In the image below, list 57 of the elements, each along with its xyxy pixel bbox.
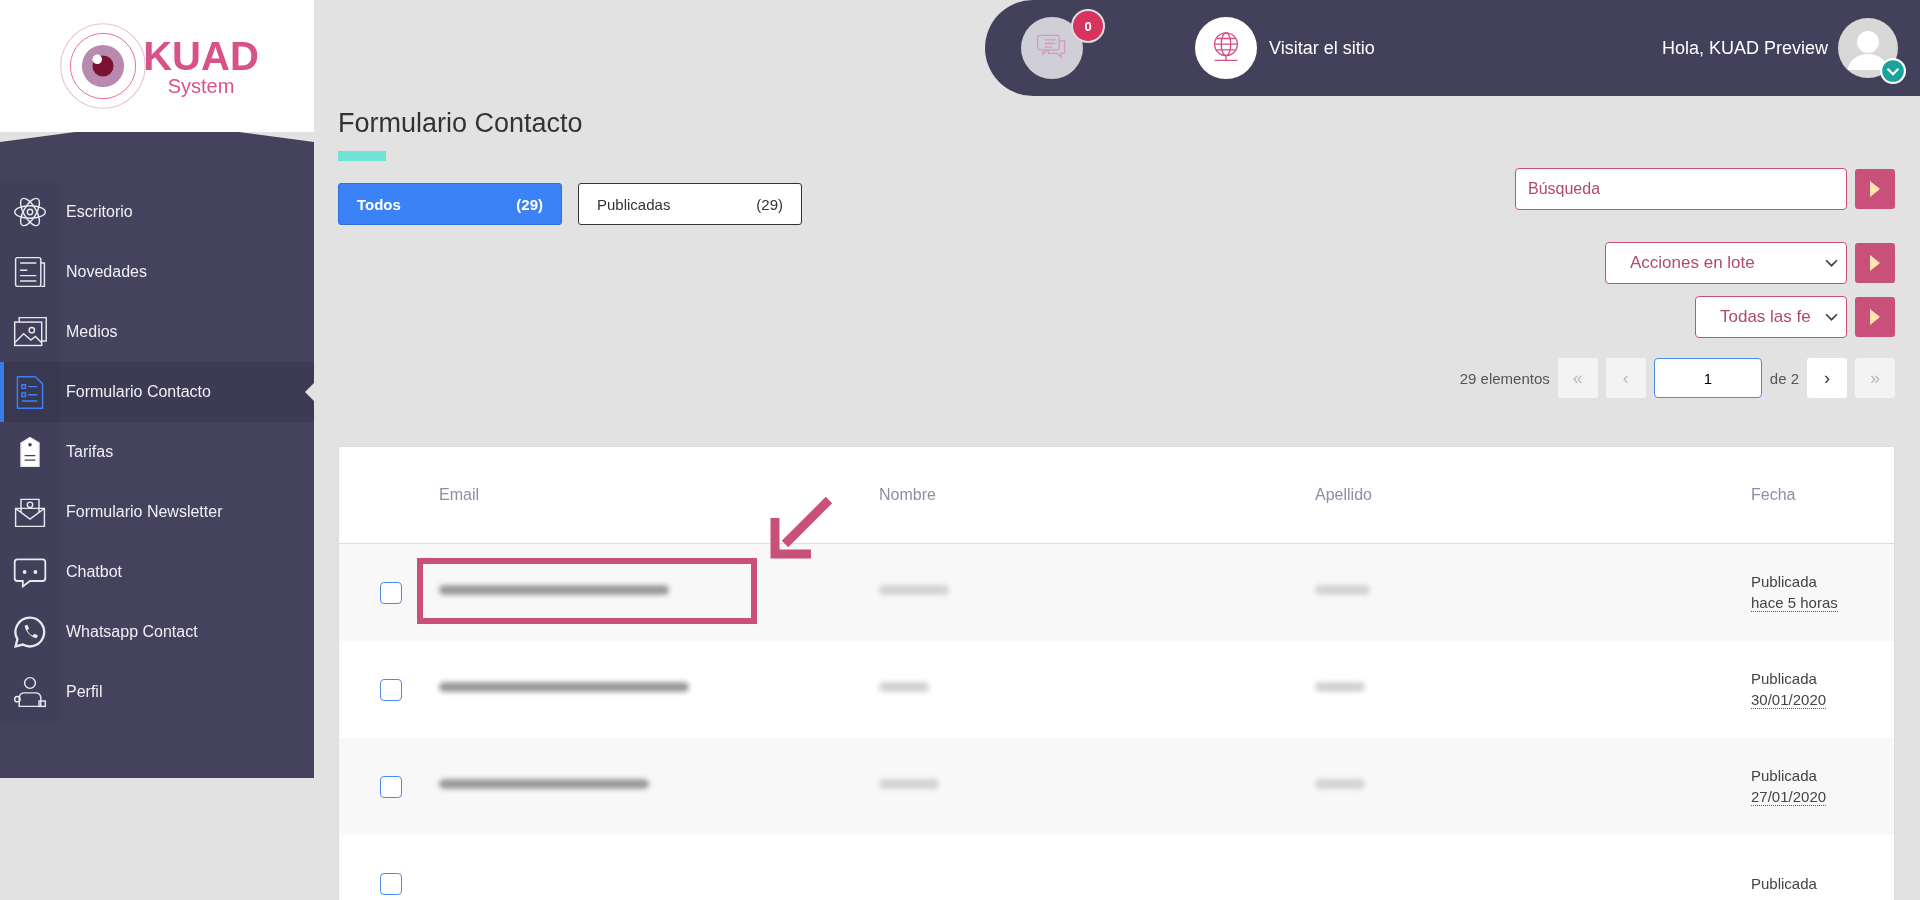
sidebar-item[interactable]: Formulario Contacto xyxy=(0,362,314,422)
column-header: Nombre xyxy=(879,486,937,504)
chevron-down-icon xyxy=(1880,58,1906,84)
sidebar-item[interactable]: Escritorio xyxy=(0,182,314,242)
apply-button[interactable] xyxy=(1855,243,1895,283)
blurred-text xyxy=(879,778,939,789)
logo-title: KUAD xyxy=(143,36,259,76)
next-page-button[interactable]: › xyxy=(1807,358,1847,398)
user-icon xyxy=(12,674,48,710)
sidebar-item[interactable]: Tarifas xyxy=(0,422,314,482)
row-checkbox[interactable] xyxy=(380,775,402,798)
status-text: Publicada xyxy=(1751,875,1817,892)
row-checkbox[interactable] xyxy=(380,581,402,604)
column-header: Email xyxy=(439,486,480,504)
blurred-text xyxy=(1315,778,1365,789)
sidebar-item[interactable]: Medios xyxy=(0,302,314,362)
chevron-down-icon xyxy=(1825,312,1838,322)
search-button[interactable] xyxy=(1855,169,1895,209)
row-checkbox[interactable] xyxy=(380,872,402,895)
item-count: 29 elementos xyxy=(1459,369,1550,387)
active-pointer-icon xyxy=(305,383,314,401)
column-header: Fecha xyxy=(1751,486,1797,504)
sidebar-item[interactable]: Perfil xyxy=(0,662,314,722)
news-icon xyxy=(12,254,48,290)
logo-subtitle: System xyxy=(167,76,235,96)
status-text: Publicada xyxy=(1751,767,1817,784)
sidebar-item[interactable]: Novedades xyxy=(0,242,314,302)
date-link[interactable]: 30/01/2020 xyxy=(1751,691,1827,709)
blurred-text xyxy=(1315,681,1365,692)
sidebar-item[interactable]: Chatbot xyxy=(0,542,314,602)
blurred-text xyxy=(1315,584,1370,595)
page-field[interactable]: 1 xyxy=(1653,358,1762,398)
date-link[interactable]: hace 5 horas xyxy=(1751,594,1838,612)
page-total: de 2 xyxy=(1769,369,1799,387)
status-text: Publicada xyxy=(1751,670,1817,687)
bulk-actions-dropdown[interactable]: Acciones en lote xyxy=(1605,242,1847,284)
title-underline xyxy=(338,151,386,161)
whatsapp-icon xyxy=(12,614,48,650)
sidebar-item[interactable]: Whatsapp Contact xyxy=(0,602,314,662)
greeting-text: Hola, KUAD Preview xyxy=(1661,37,1828,59)
filter-tab[interactable]: Publicadas (29) xyxy=(578,183,802,225)
sidebar-item[interactable]: Formulario Newsletter xyxy=(0,482,314,542)
chevron-down-icon xyxy=(1825,258,1838,268)
column-header: Apellido xyxy=(1315,486,1373,504)
blurred-text xyxy=(879,584,949,595)
visit-site-link[interactable]: Visitar el sitio xyxy=(1195,17,1375,79)
blurred-text xyxy=(879,681,929,692)
search-field[interactable]: Búsqueda xyxy=(1515,168,1847,210)
page-title: Formulario Contacto xyxy=(338,108,584,139)
message-count-badge: 0 xyxy=(1071,9,1105,43)
row-checkbox[interactable] xyxy=(380,678,402,701)
date-link[interactable]: 27/01/2020 xyxy=(1751,788,1827,806)
status-text: Publicada xyxy=(1751,573,1817,590)
avatar-button[interactable] xyxy=(1838,18,1898,78)
filter-tab[interactable]: Todos (29) xyxy=(338,183,562,225)
filter-button[interactable] xyxy=(1855,297,1895,337)
date-filter-dropdown[interactable]: Todas las fe xyxy=(1695,296,1847,338)
